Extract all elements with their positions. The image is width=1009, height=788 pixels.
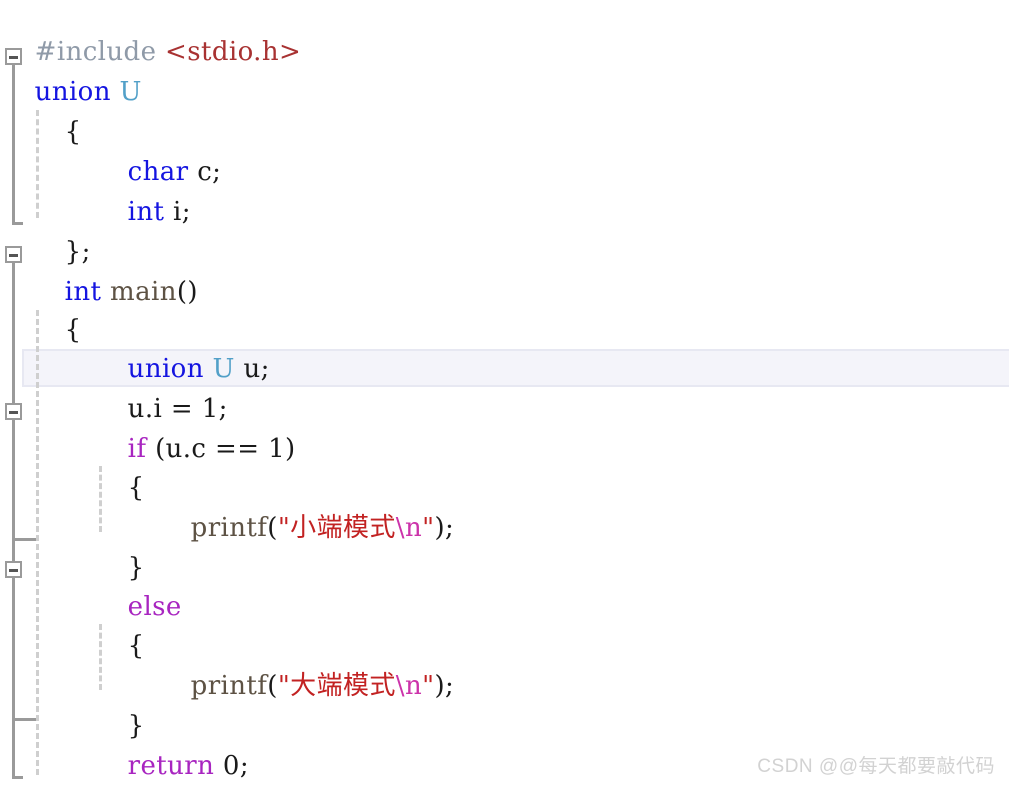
token-string-close-quote: ": [422, 671, 435, 701]
token-escape-newline: \n: [395, 671, 423, 701]
token-type-u: U: [119, 77, 142, 107]
token-identifier-u: u;: [234, 354, 270, 384]
token-return-value: 0;: [222, 751, 250, 781]
token-function-printf: printf: [190, 671, 268, 701]
token-open-paren: (: [267, 513, 278, 543]
token-condition: (u.c == 1): [155, 434, 296, 464]
token-parens: (): [176, 277, 198, 307]
token-function-main: main: [110, 277, 177, 307]
code-editor[interactable]: #include <stdio.h> union U { char c; int…: [0, 0, 1009, 788]
token-keyword-int: int: [127, 197, 174, 227]
csdn-watermark: CSDN @@每天都要敲代码: [757, 756, 995, 777]
token-close-paren-semicolon: );: [434, 671, 455, 701]
token-string-close-quote: ": [422, 513, 435, 543]
code-line[interactable]: }: [0, 749, 82, 788]
token-open-paren: (: [267, 671, 278, 701]
token-string-literal: "大端模式: [277, 671, 396, 701]
token-keyword-return: return: [127, 751, 223, 781]
token-header-name: <stdio.h>: [165, 37, 302, 67]
token-identifier-c: c;: [197, 157, 222, 187]
token-identifier-i: i;: [173, 197, 191, 227]
token-close-paren-semicolon: );: [434, 513, 455, 543]
token-escape-newline: \n: [395, 513, 423, 543]
token-function-printf: printf: [190, 513, 268, 543]
token-string-literal: "小端模式: [277, 513, 396, 543]
